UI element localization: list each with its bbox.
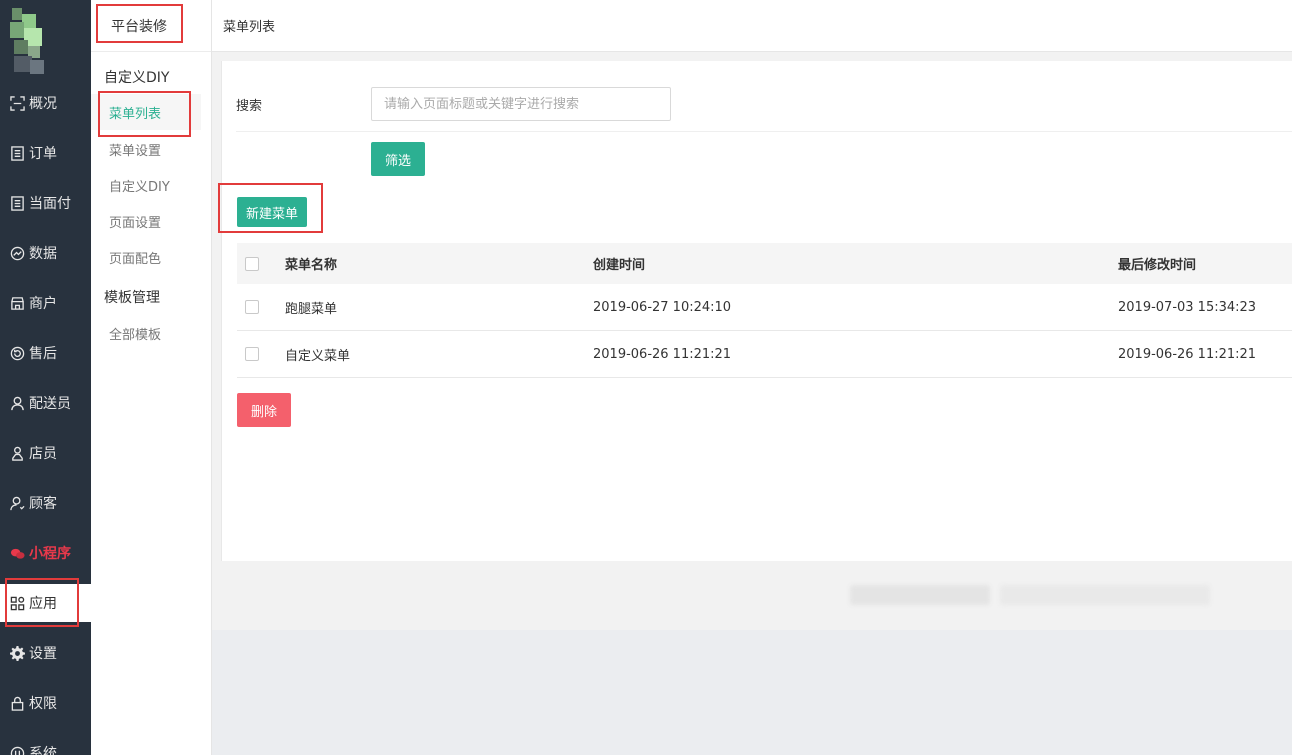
menu-name: 自定义菜单 [285, 348, 351, 364]
nav-label: 应用 [29, 596, 57, 612]
nav-apps[interactable]: 应用 [0, 584, 91, 622]
nav-overview[interactable]: 概况 [0, 84, 91, 122]
nav-label: 数据 [29, 246, 57, 262]
header-modified-time: 最后修改时间 [1118, 258, 1197, 273]
clerk-icon [9, 445, 25, 461]
table-row[interactable]: 自定义菜单 2019-06-26 11:21:21 2019-06-26 11:… [237, 331, 1292, 378]
modified-time: 2019-07-03 15:34:23 [1118, 299, 1257, 315]
row-checkbox[interactable] [245, 300, 259, 314]
delete-button[interactable]: 删除 [237, 393, 291, 427]
search-input[interactable] [371, 87, 671, 121]
courier-icon [9, 395, 25, 411]
modified-time: 2019-06-26 11:21:21 [1118, 346, 1257, 362]
header-menu-name: 菜单名称 [285, 258, 338, 273]
select-all-checkbox[interactable] [245, 256, 259, 271]
row-checkbox[interactable] [245, 347, 259, 361]
nav-label: 售后 [29, 346, 57, 362]
nav-label: 商户 [29, 296, 57, 312]
data-icon [9, 245, 25, 261]
pay-icon [9, 195, 25, 211]
subnav-item-custom-diy[interactable]: 自定义DIY [91, 167, 201, 203]
gear-icon [9, 645, 25, 661]
created-time: 2019-06-27 10:24:10 [593, 299, 732, 315]
menu-table: 菜单名称 创建时间 最后修改时间 跑腿菜单 2019-06-27 10:24:1… [237, 243, 1292, 378]
nav-label: 设置 [29, 646, 57, 662]
lock-icon [9, 695, 25, 711]
nav-shop[interactable]: 商户 [0, 284, 91, 322]
table-header: 菜单名称 创建时间 最后修改时间 [237, 243, 1292, 284]
nav-pay[interactable]: 当面付 [0, 184, 91, 222]
nav-label: 顾客 [29, 496, 57, 512]
customer-icon [9, 495, 25, 511]
overview-icon [9, 95, 25, 111]
system-icon [9, 745, 25, 755]
sub-sidebar: 平台装修 自定义DIY 菜单列表 菜单设置 自定义DIY 页面设置 页面配色 模… [91, 0, 212, 755]
nav-customer[interactable]: 顾客 [0, 484, 91, 522]
nav-label: 配送员 [29, 396, 71, 412]
nav-label: 小程序 [29, 546, 71, 562]
order-icon [9, 145, 25, 161]
subnav-item-page-settings[interactable]: 页面设置 [91, 203, 201, 239]
nav-permission[interactable]: 权限 [0, 684, 91, 722]
subnav-item-all-templates[interactable]: 全部模板 [91, 315, 201, 351]
subnav-group-diy: 自定义DIY [104, 70, 170, 86]
subnav-group-templates: 模板管理 [104, 290, 160, 306]
select-all-cell [245, 243, 259, 284]
subnav-item-menu-settings[interactable]: 菜单设置 [91, 131, 201, 167]
main-sidebar: 概况 订单 当面付 数据 商户 售后 配送员 店员 顾客 小程序 应用 设置 权… [0, 0, 91, 755]
nav-orders[interactable]: 订单 [0, 134, 91, 172]
nav-data[interactable]: 数据 [0, 234, 91, 272]
footer-area [212, 630, 1292, 755]
nav-miniapp[interactable]: 小程序 [0, 534, 91, 572]
created-time: 2019-06-26 11:21:21 [593, 346, 732, 362]
nav-courier[interactable]: 配送员 [0, 384, 91, 422]
nav-system[interactable]: 系统 [0, 734, 91, 755]
apps-icon [9, 595, 25, 611]
search-label: 搜索 [236, 99, 263, 114]
subnav-title: 平台装修 [91, 0, 211, 52]
table-row[interactable]: 跑腿菜单 2019-06-27 10:24:10 2019-07-03 15:3… [237, 284, 1292, 331]
nav-label: 权限 [29, 696, 57, 712]
subnav-item-page-colors[interactable]: 页面配色 [91, 239, 201, 275]
header-created-time: 创建时间 [593, 258, 646, 273]
logo [8, 8, 56, 78]
nav-label: 订单 [29, 146, 57, 162]
blurred-footer-text [1000, 585, 1210, 605]
nav-label: 店员 [29, 446, 57, 462]
nav-label: 系统 [29, 746, 57, 755]
divider [236, 131, 1292, 132]
nav-label: 当面付 [29, 196, 71, 212]
blurred-footer-text [850, 585, 990, 605]
row-select-cell [245, 331, 259, 377]
shop-icon [9, 295, 25, 311]
filter-button[interactable]: 筛选 [371, 142, 425, 176]
nav-aftersale[interactable]: 售后 [0, 334, 91, 372]
menu-name: 跑腿菜单 [285, 301, 338, 317]
row-select-cell [245, 284, 259, 330]
aftersale-icon [9, 345, 25, 361]
page-title: 菜单列表 [212, 0, 1292, 52]
miniapp-icon [9, 545, 25, 561]
nav-settings[interactable]: 设置 [0, 634, 91, 672]
subnav-item-menu-list[interactable]: 菜单列表 [91, 94, 201, 130]
new-menu-button[interactable]: 新建菜单 [237, 197, 307, 227]
nav-clerk[interactable]: 店员 [0, 434, 91, 472]
nav-label: 概况 [29, 96, 57, 112]
